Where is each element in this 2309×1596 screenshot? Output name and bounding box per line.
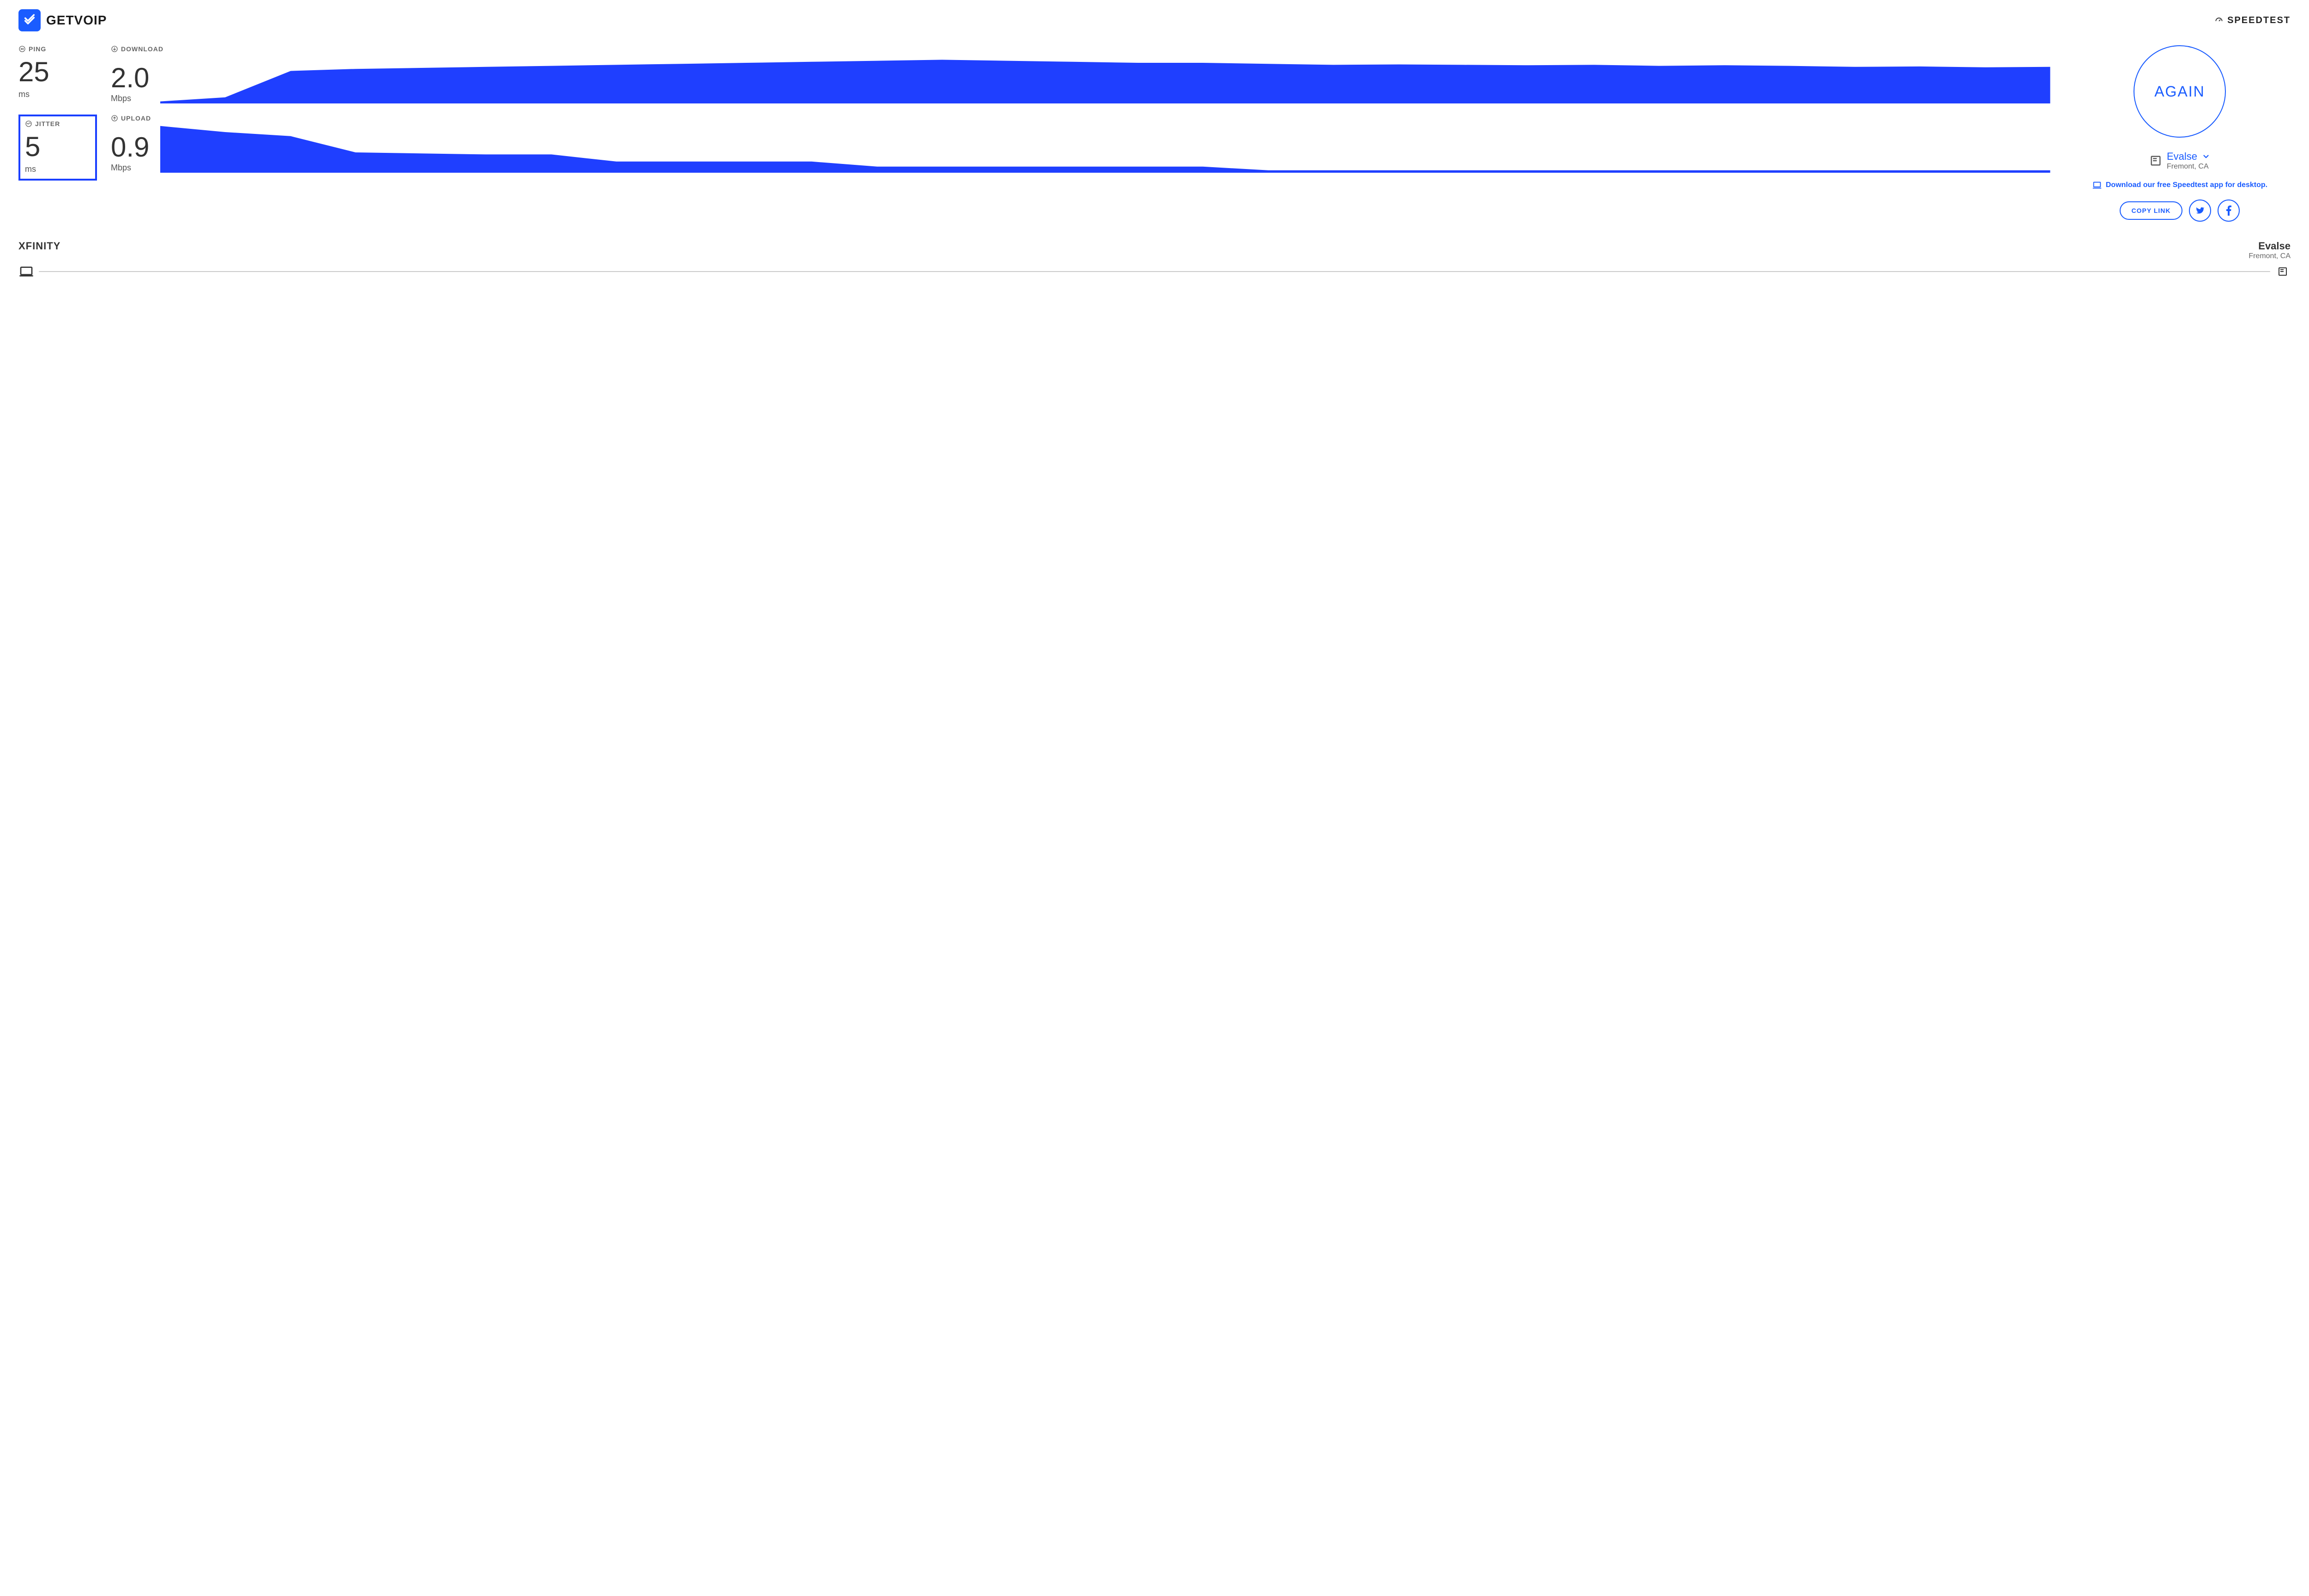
server-selector[interactable]: Evalse <box>2167 151 2210 163</box>
isp-name: XFINITY <box>18 240 60 252</box>
again-button[interactable]: AGAIN <box>2134 45 2226 138</box>
ping-value: 25 <box>18 58 97 86</box>
upload-icon <box>111 115 118 122</box>
server-name: Evalse <box>2167 151 2197 163</box>
share-twitter-button[interactable] <box>2189 200 2211 222</box>
upload-block: UPLOAD 0.9 Mbps <box>111 115 2050 181</box>
download-app-label: Download our free Speedtest app for desk… <box>2106 181 2267 189</box>
laptop-icon <box>2092 180 2102 190</box>
server-location: Fremont, CA <box>2167 163 2210 171</box>
again-label: AGAIN <box>2154 83 2205 100</box>
download-block: DOWNLOAD 2.0 Mbps <box>111 45 2050 103</box>
download-value: 2.0 <box>111 64 149 92</box>
download-label: DOWNLOAD <box>121 45 163 53</box>
speedtest-label: SPEEDTEST <box>2227 15 2291 26</box>
jitter-icon <box>25 120 32 127</box>
upload-value: 0.9 <box>111 133 149 161</box>
chevron-down-icon <box>2202 152 2210 161</box>
ping-block: PING 25 ms <box>18 45 97 103</box>
connection-bar <box>39 271 2270 272</box>
upload-chart <box>160 122 2050 173</box>
upload-unit: Mbps <box>111 163 149 173</box>
footer-server-location: Fremont, CA <box>2249 252 2291 260</box>
jitter-block: JITTER 5 ms <box>18 115 97 181</box>
server-icon <box>2149 154 2162 167</box>
brand-name: GETVOIP <box>46 13 107 28</box>
jitter-value: 5 <box>25 133 91 161</box>
copy-link-label: COPY LINK <box>2132 207 2171 214</box>
server-icon <box>2275 266 2291 277</box>
twitter-icon <box>2195 206 2205 216</box>
brand-logo[interactable]: GETVOIP <box>18 9 107 31</box>
jitter-unit: ms <box>25 164 91 174</box>
footer-server-name: Evalse <box>2249 240 2291 252</box>
download-app-link[interactable]: Download our free Speedtest app for desk… <box>2092 180 2267 190</box>
download-chart <box>160 53 2050 103</box>
jitter-label: JITTER <box>35 120 60 127</box>
ping-label: PING <box>29 45 46 53</box>
upload-label: UPLOAD <box>121 115 151 122</box>
ping-icon <box>18 45 26 53</box>
download-icon <box>111 45 118 53</box>
footer-server: Evalse Fremont, CA <box>2249 240 2291 260</box>
ping-unit: ms <box>18 90 97 99</box>
brand-badge-icon <box>18 9 41 31</box>
laptop-icon <box>18 266 34 277</box>
facebook-icon <box>2226 206 2231 216</box>
copy-link-button[interactable]: COPY LINK <box>2120 201 2183 220</box>
speedtest-brand: SPEEDTEST <box>2214 15 2291 26</box>
gauge-icon <box>2214 16 2224 25</box>
download-unit: Mbps <box>111 94 149 103</box>
share-facebook-button[interactable] <box>2218 200 2240 222</box>
